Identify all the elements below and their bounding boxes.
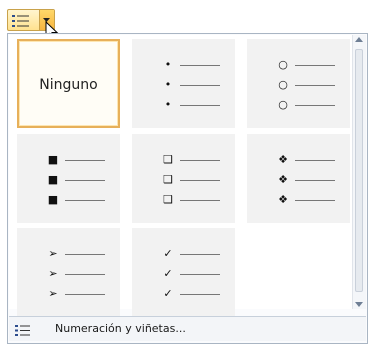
scroll-down-icon[interactable]: [355, 302, 363, 307]
bullet-line: ○: [248, 97, 351, 113]
bullet-option-square[interactable]: ■ ■ ■: [17, 134, 120, 223]
bullet-line: ➢: [18, 266, 121, 282]
scrollbar-thumb[interactable]: [355, 49, 363, 292]
menu-item-label: Numeración y viñetas...: [55, 322, 186, 335]
bullet-symbol: ✓: [163, 267, 173, 280]
bullet-line: ❑: [133, 172, 236, 188]
bullet-gallery: Ninguno • • • ○ ○ ○ ■ ■ ■ ❑ ❑ ❑ ❖ ❖ ❖ ➢ …: [9, 35, 354, 317]
bullet-line: ❖: [248, 152, 351, 168]
bullet-list-icon: [12, 13, 30, 32]
bullet-symbol: ❖: [278, 153, 288, 166]
bullet-symbol: ❑: [163, 153, 173, 166]
bullet-line: •: [133, 97, 236, 113]
none-option-label: Ninguno: [39, 77, 98, 93]
bullet-line: ■: [18, 172, 121, 188]
bullet-line: •: [133, 57, 236, 73]
bullet-symbol: ✓: [163, 287, 173, 300]
bullet-symbol: ➢: [48, 247, 58, 260]
bullet-line: ○: [248, 57, 351, 73]
bullet-symbol: ■: [47, 173, 59, 186]
bullet-line: ❖: [248, 192, 351, 208]
bullet-option-checkbox[interactable]: ❑ ❑ ❑: [132, 134, 235, 223]
bullet-line: ○: [248, 77, 351, 93]
bullet-symbol: •: [164, 98, 172, 111]
bullet-option-checkmark[interactable]: ✓ ✓ ✓: [132, 228, 235, 317]
bullet-symbol: ■: [47, 193, 59, 206]
bullet-line: ❑: [133, 192, 236, 208]
gallery-scrollbar[interactable]: [352, 35, 366, 309]
bullet-symbol: ■: [47, 153, 59, 166]
bullet-line: ❖: [248, 172, 351, 188]
bullet-symbol: ○: [278, 98, 288, 111]
bullet-symbol: •: [164, 58, 172, 71]
bullet-library-dropdown: Ninguno • • • ○ ○ ○ ■ ■ ■ ❑ ❑ ❑ ❖ ❖ ❖ ➢ …: [7, 33, 368, 344]
bullet-option-disc[interactable]: • • •: [132, 39, 235, 128]
bullet-option-diamond[interactable]: ❖ ❖ ❖: [247, 134, 350, 223]
define-bullets-menu-item[interactable]: Numeración y viñetas...: [9, 316, 366, 341]
bullet-symbol: ❖: [278, 173, 288, 186]
bullet-symbol: ❖: [278, 193, 288, 206]
bullet-symbol: ○: [278, 58, 288, 71]
bullet-list-icon: [15, 322, 31, 341]
bullet-line: ❑: [133, 152, 236, 168]
bullet-symbol: ➢: [48, 287, 58, 300]
bullet-symbol: ➢: [48, 267, 58, 280]
bullet-symbol: ✓: [163, 247, 173, 260]
bullet-symbol: •: [164, 78, 172, 91]
bullet-line: ➢: [18, 246, 121, 262]
bullet-line: ■: [18, 152, 121, 168]
bullet-option-none[interactable]: Ninguno: [17, 39, 120, 128]
bullet-symbol: ❑: [163, 193, 173, 206]
bullet-line: ✓: [133, 246, 236, 262]
bullet-line: ✓: [133, 286, 236, 302]
bullet-option-circle[interactable]: ○ ○ ○: [247, 39, 350, 128]
bullet-line: •: [133, 77, 236, 93]
bullet-line: ✓: [133, 266, 236, 282]
bullet-symbol: ○: [278, 78, 288, 91]
bullet-line: ➢: [18, 286, 121, 302]
scroll-up-icon[interactable]: [355, 37, 363, 42]
bullet-option-arrow[interactable]: ➢ ➢ ➢: [17, 228, 120, 317]
bullet-line: ■: [18, 192, 121, 208]
bullet-symbol: ❑: [163, 173, 173, 186]
